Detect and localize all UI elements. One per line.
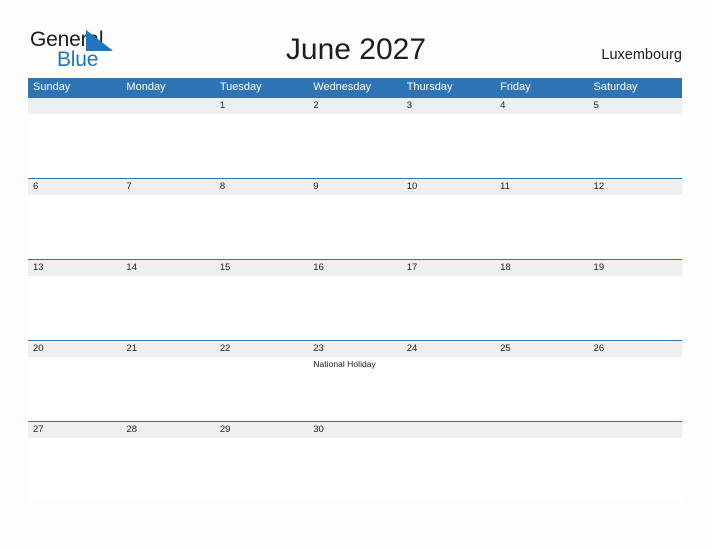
weekday-header-wednesday: Wednesday (313, 81, 372, 93)
day-number[interactable]: 4 (495, 98, 588, 114)
day-cell[interactable] (215, 438, 308, 502)
week-date-band: 1 2 3 4 5 (28, 98, 682, 114)
country-label: Luxembourg (601, 47, 682, 63)
day-cell[interactable] (495, 114, 588, 178)
day-number[interactable]: 19 (589, 260, 682, 276)
day-number[interactable] (589, 422, 682, 438)
week-date-band: 13 14 15 16 17 18 19 (28, 260, 682, 276)
week-date-band: 27 28 29 30 (28, 422, 682, 438)
calendar-grid: Sunday Monday Tuesday Wednesday Thursday… (28, 78, 682, 502)
week-row: 6 7 8 9 10 11 12 (28, 178, 682, 259)
day-number[interactable]: 5 (589, 98, 682, 114)
day-number[interactable]: 30 (308, 422, 401, 438)
day-cell[interactable] (589, 276, 682, 340)
day-number[interactable]: 21 (121, 341, 214, 357)
day-cell[interactable] (215, 114, 308, 178)
day-number[interactable] (402, 422, 495, 438)
day-cell[interactable] (589, 114, 682, 178)
day-cell[interactable] (402, 114, 495, 178)
day-cell[interactable] (308, 114, 401, 178)
day-cell[interactable] (121, 276, 214, 340)
day-number[interactable]: 25 (495, 341, 588, 357)
day-cell[interactable] (308, 276, 401, 340)
week-date-band: 6 7 8 9 10 11 12 (28, 179, 682, 195)
day-cell[interactable] (28, 357, 121, 421)
day-number[interactable]: 8 (215, 179, 308, 195)
day-cell[interactable] (495, 357, 588, 421)
page-header: General Blue June 2027 Luxembourg (0, 0, 712, 78)
day-cell[interactable] (495, 195, 588, 259)
day-number[interactable]: 14 (121, 260, 214, 276)
day-cell[interactable] (308, 438, 401, 502)
day-number[interactable]: 12 (589, 179, 682, 195)
day-cell[interactable] (28, 114, 121, 178)
week-row: 1 2 3 4 5 (28, 97, 682, 178)
week-event-band (28, 195, 682, 259)
week-event-band (28, 276, 682, 340)
day-event-national-holiday: National Holiday (313, 359, 376, 369)
day-number[interactable]: 24 (402, 341, 495, 357)
day-number[interactable]: 11 (495, 179, 588, 195)
weekday-header-sunday: Sunday (33, 81, 71, 93)
weekday-header-tuesday: Tuesday (219, 81, 262, 93)
day-cell[interactable] (28, 276, 121, 340)
day-cell[interactable] (495, 276, 588, 340)
day-cell[interactable]: National Holiday (308, 357, 401, 421)
day-number[interactable]: 13 (28, 260, 121, 276)
day-cell[interactable] (121, 114, 214, 178)
day-cell[interactable] (495, 438, 588, 502)
day-cell[interactable] (121, 195, 214, 259)
day-number[interactable]: 3 (402, 98, 495, 114)
day-number[interactable]: 22 (215, 341, 308, 357)
day-number[interactable]: 29 (215, 422, 308, 438)
day-number[interactable]: 2 (308, 98, 401, 114)
weekday-header-saturday: Saturday (593, 81, 638, 93)
day-number[interactable]: 7 (121, 179, 214, 195)
day-number[interactable]: 27 (28, 422, 121, 438)
day-cell[interactable] (215, 195, 308, 259)
day-cell[interactable] (308, 195, 401, 259)
day-number[interactable]: 10 (402, 179, 495, 195)
day-number[interactable]: 18 (495, 260, 588, 276)
day-number[interactable]: 17 (402, 260, 495, 276)
day-cell[interactable] (121, 357, 214, 421)
day-cell[interactable] (215, 276, 308, 340)
day-number[interactable]: 6 (28, 179, 121, 195)
day-cell[interactable] (121, 438, 214, 502)
day-number[interactable]: 28 (121, 422, 214, 438)
weekday-header-thursday: Thursday (406, 81, 453, 93)
week-row: 13 14 15 16 17 18 19 (28, 259, 682, 340)
day-cell[interactable] (402, 276, 495, 340)
weekday-header-monday: Monday (126, 81, 166, 93)
week-row: 20 21 22 23 24 25 26 National Holiday (28, 340, 682, 421)
day-cell[interactable] (402, 195, 495, 259)
day-cell[interactable] (28, 195, 121, 259)
week-row: 27 28 29 30 (28, 421, 682, 502)
day-number[interactable] (121, 98, 214, 114)
day-number[interactable] (495, 422, 588, 438)
day-cell[interactable] (402, 438, 495, 502)
week-event-band (28, 114, 682, 178)
week-event-band (28, 438, 682, 502)
week-event-band: National Holiday (28, 357, 682, 421)
day-number[interactable]: 1 (215, 98, 308, 114)
day-cell[interactable] (215, 357, 308, 421)
day-cell[interactable] (589, 438, 682, 502)
day-number[interactable]: 23 (308, 341, 401, 357)
day-cell[interactable] (402, 357, 495, 421)
day-number[interactable]: 15 (215, 260, 308, 276)
weekday-header-row: Sunday Monday Tuesday Wednesday Thursday… (28, 78, 682, 97)
day-cell[interactable] (28, 438, 121, 502)
day-number[interactable] (28, 98, 121, 114)
weekday-header-friday: Friday (500, 81, 531, 93)
calendar-page: General Blue June 2027 Luxembourg Sunday… (0, 0, 712, 550)
day-number[interactable]: 26 (589, 341, 682, 357)
week-date-band: 20 21 22 23 24 25 26 (28, 341, 682, 357)
day-number[interactable]: 9 (308, 179, 401, 195)
day-cell[interactable] (589, 195, 682, 259)
day-number[interactable]: 20 (28, 341, 121, 357)
day-cell[interactable] (589, 357, 682, 421)
day-number[interactable]: 16 (308, 260, 401, 276)
